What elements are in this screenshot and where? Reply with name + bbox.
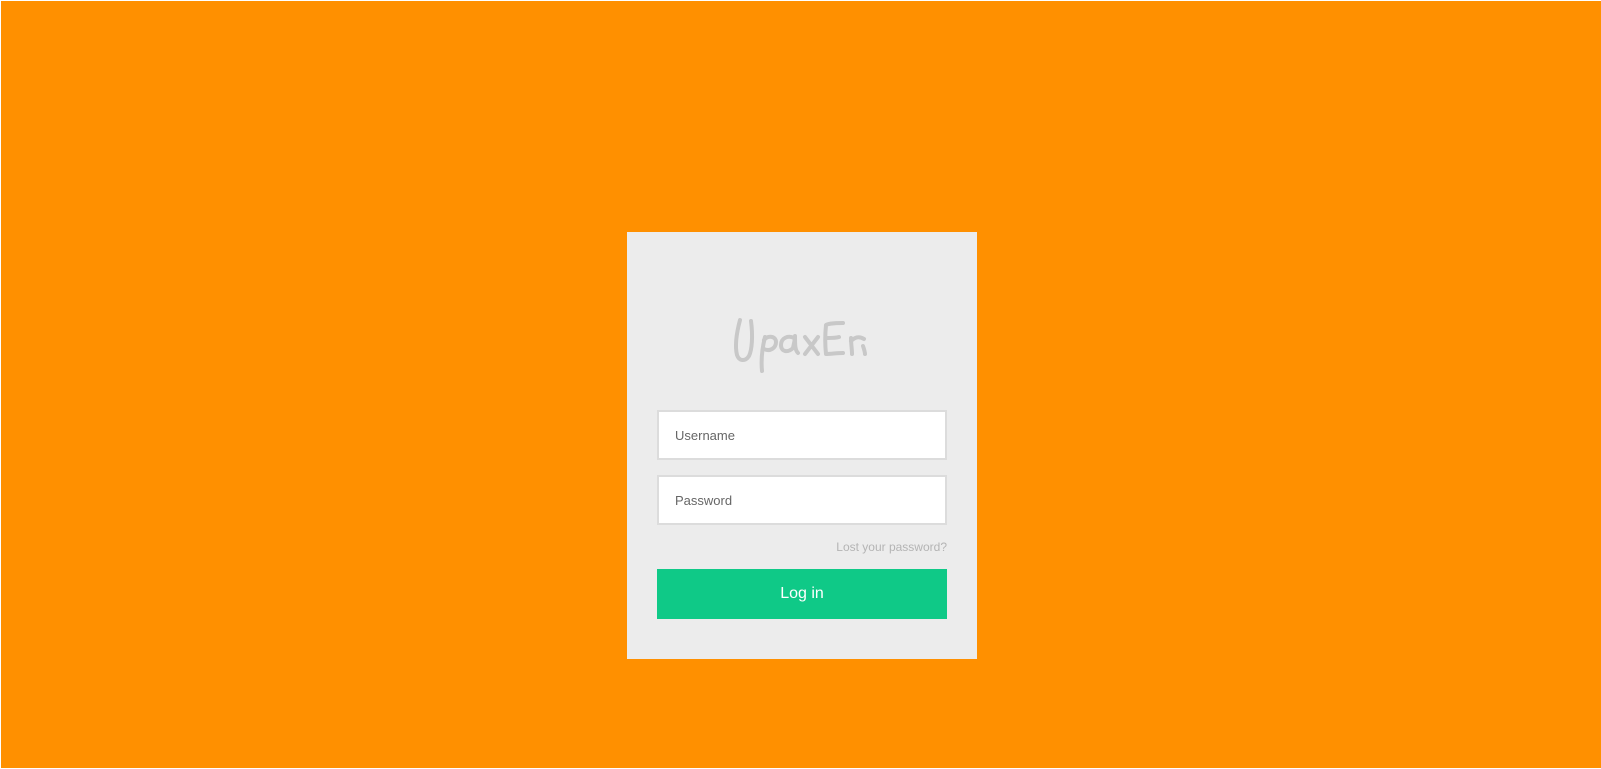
login-button[interactable]: Log in (657, 569, 947, 619)
username-input[interactable] (657, 410, 947, 460)
login-card: Lost your password? Log in (627, 232, 977, 659)
logo-wordmark (734, 318, 867, 373)
lost-password-link[interactable]: Lost your password? (836, 540, 947, 554)
password-input[interactable] (657, 475, 947, 525)
page-background: Lost your password? Log in (1, 1, 1601, 768)
upaxer-logo (627, 307, 977, 387)
